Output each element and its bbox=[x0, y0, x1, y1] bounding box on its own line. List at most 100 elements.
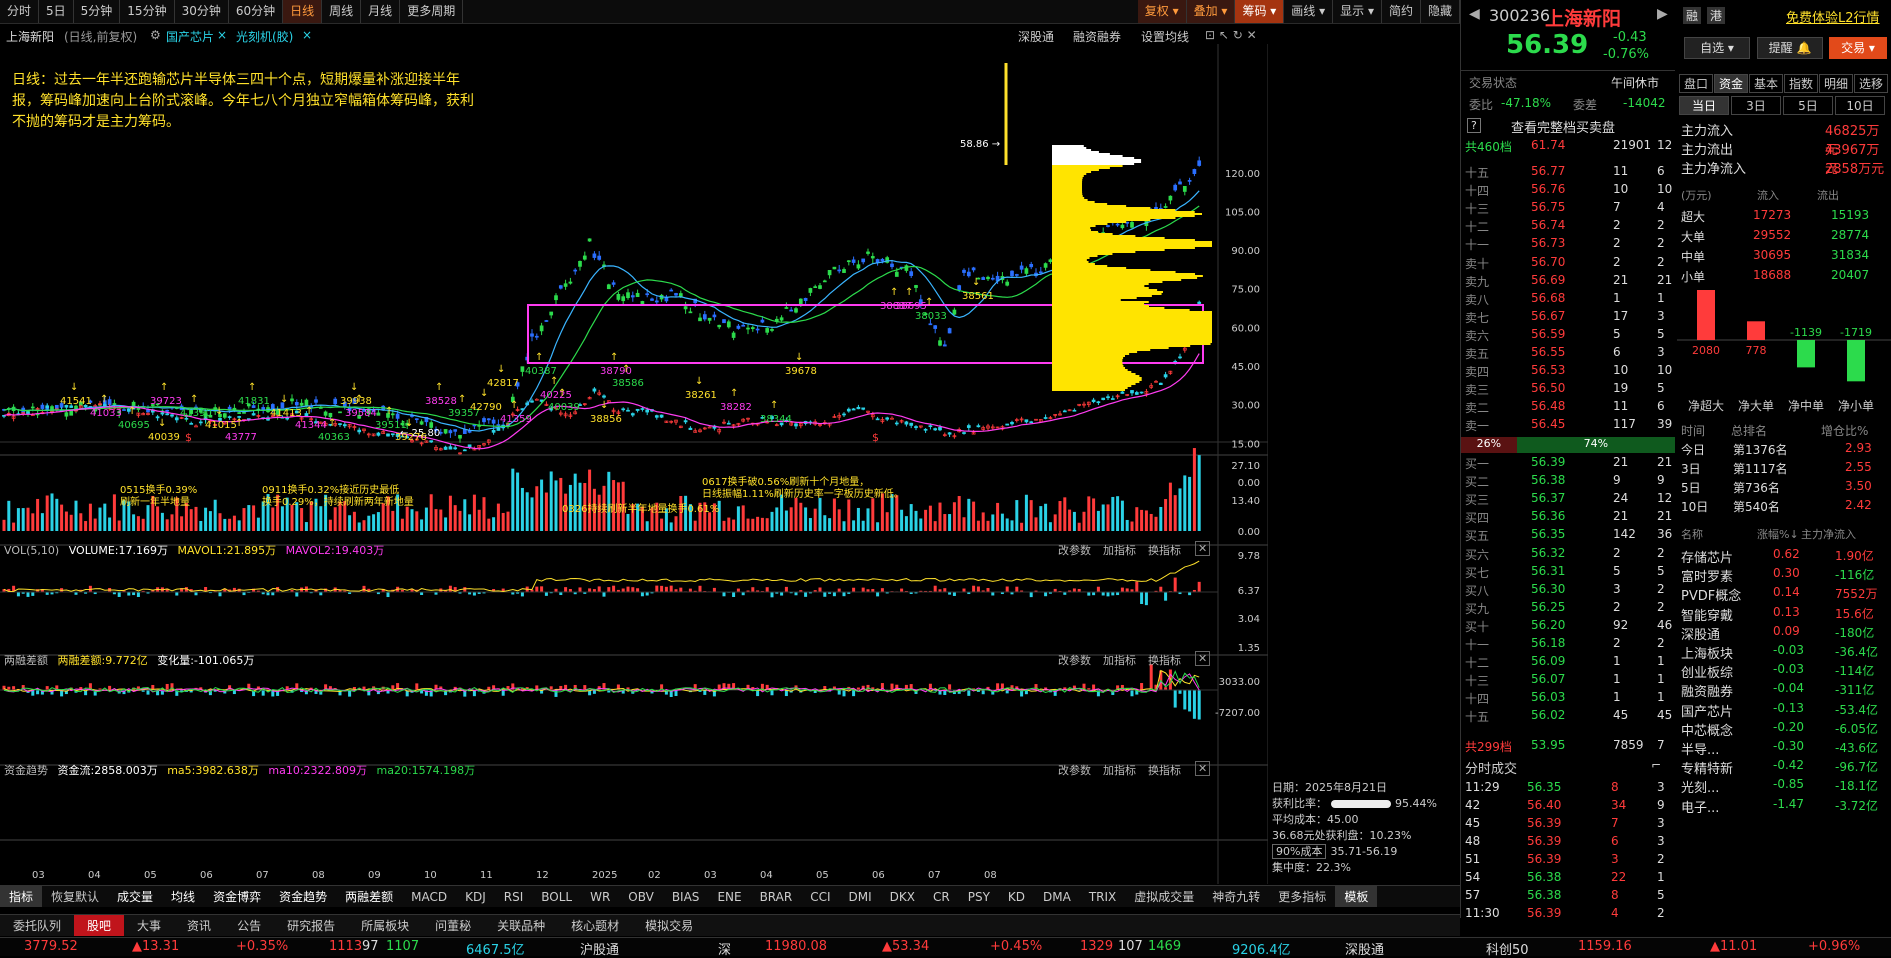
period-0[interactable]: 分时 bbox=[0, 0, 39, 23]
gear-icon[interactable]: ⚙ bbox=[150, 28, 161, 42]
sector-row[interactable]: 创业板综-0.03-114亿 bbox=[1677, 662, 1891, 680]
indicator-tab[interactable]: CR bbox=[924, 886, 959, 907]
sector-row[interactable]: 中芯概念-0.20-6.05亿 bbox=[1677, 720, 1891, 738]
hk-badge[interactable]: 港 bbox=[1707, 7, 1725, 24]
panel-btn[interactable]: 换指标 bbox=[1148, 542, 1181, 558]
trade-button[interactable]: 交易 ▾ bbox=[1829, 37, 1887, 59]
toolbar-right-2[interactable]: 筹码 ▾ bbox=[1235, 0, 1284, 23]
indicator-tab[interactable]: 模板 bbox=[1335, 886, 1377, 907]
sector-row[interactable]: 光刻...-0.85-18.1亿 bbox=[1677, 777, 1891, 795]
sector-row[interactable]: PVDF概念0.147552万 bbox=[1677, 585, 1891, 603]
help-icon[interactable]: ⌐ bbox=[1651, 758, 1661, 772]
period-3[interactable]: 15分钟 bbox=[120, 0, 174, 23]
bid-row[interactable]: 十五56.024545 bbox=[1461, 708, 1675, 726]
right-tab[interactable]: 明细 bbox=[1819, 74, 1853, 93]
l2-trial-link[interactable]: 免费体验L2行情 bbox=[1786, 7, 1880, 26]
right-tab[interactable]: 基本 bbox=[1749, 74, 1783, 93]
info-tab[interactable]: 研究报告 bbox=[274, 915, 348, 936]
right-period[interactable]: 5日 bbox=[1783, 96, 1833, 115]
period-2[interactable]: 5分钟 bbox=[74, 0, 121, 23]
bid-row[interactable]: 买三56.372412 bbox=[1461, 491, 1675, 509]
toolbar-right-6[interactable]: 隐藏 bbox=[1421, 0, 1460, 23]
info-tab[interactable]: 关联品种 bbox=[484, 915, 558, 936]
kline-chart-area[interactable]: 120.00105.0090.0075.0060.0045.0030.0015.… bbox=[0, 44, 1268, 884]
info-tab[interactable]: 模拟交易 bbox=[632, 915, 706, 936]
sh-index[interactable]: 3779.52 bbox=[24, 939, 78, 954]
toolbar-right-0[interactable]: 复权 ▾ bbox=[1138, 0, 1187, 23]
ask-row[interactable]: 卖七56.67173 bbox=[1461, 309, 1675, 327]
ask-row[interactable]: 卖二56.48116 bbox=[1461, 399, 1675, 417]
indicator-tab[interactable]: 恢复默认 bbox=[42, 886, 108, 907]
bid-row[interactable]: 十一56.1822 bbox=[1461, 636, 1675, 654]
toolbar-right-4[interactable]: 显示 ▾ bbox=[1333, 0, 1382, 23]
indicator-tab[interactable]: WR bbox=[581, 886, 619, 907]
margin-badge[interactable]: 融 bbox=[1683, 7, 1701, 24]
ask-row[interactable]: 十一56.7322 bbox=[1461, 236, 1675, 254]
indicator-tab[interactable]: 更多指标 bbox=[1269, 886, 1335, 907]
period-1[interactable]: 5日 bbox=[39, 0, 74, 23]
indicator-tab[interactable]: 成交量 bbox=[108, 886, 162, 907]
info-tab[interactable]: 核心题材 bbox=[558, 915, 632, 936]
bid-total[interactable]: 共299档53.9578597 bbox=[1461, 738, 1675, 756]
ask-row[interactable]: 十四56.761010 bbox=[1461, 182, 1675, 200]
info-tab[interactable]: 公告 bbox=[224, 915, 274, 936]
link-ma-settings[interactable]: 设置均线 bbox=[1141, 28, 1189, 45]
sector-row[interactable]: 上海板块-0.03-36.4亿 bbox=[1677, 643, 1891, 661]
ask-row[interactable]: 卖八56.6811 bbox=[1461, 291, 1675, 309]
indicator-tab[interactable]: CCI bbox=[801, 886, 839, 907]
close-icon[interactable]: × bbox=[302, 28, 312, 42]
toolbar-right-3[interactable]: 画线 ▾ bbox=[1284, 0, 1333, 23]
period-8[interactable]: 月线 bbox=[361, 0, 400, 23]
ask-row[interactable]: 卖九56.692121 bbox=[1461, 273, 1675, 291]
chip-cost-select[interactable]: 90%成本 bbox=[1272, 844, 1326, 859]
indicator-tab[interactable]: 资金博弈 bbox=[204, 886, 270, 907]
sz-label[interactable]: 深 bbox=[718, 939, 731, 958]
indicator-tab[interactable]: MACD bbox=[402, 886, 456, 907]
bid-row[interactable]: 买六56.3222 bbox=[1461, 546, 1675, 564]
indicator-tab[interactable]: KD bbox=[999, 886, 1034, 907]
full-depth-link[interactable]: 查看完整档买卖盘 bbox=[1511, 117, 1615, 136]
panel-btn[interactable]: 换指标 bbox=[1148, 762, 1181, 778]
panel-btn[interactable]: 加指标 bbox=[1103, 762, 1136, 778]
indicator-tab[interactable]: TRIX bbox=[1080, 886, 1125, 907]
ask-row[interactable]: 十三56.7574 bbox=[1461, 200, 1675, 218]
indicator-tab[interactable]: DMI bbox=[840, 886, 881, 907]
sector-row[interactable]: 智能穿戴0.1315.6亿 bbox=[1677, 605, 1891, 623]
panel-btn[interactable]: 加指标 bbox=[1103, 542, 1136, 558]
right-tab[interactable]: 指数 bbox=[1784, 74, 1818, 93]
bid-row[interactable]: 买七56.3155 bbox=[1461, 564, 1675, 582]
ask-total[interactable]: 共460档61.742190112 bbox=[1461, 138, 1675, 156]
sector-row[interactable]: 存储芯片0.621.90亿 bbox=[1677, 547, 1891, 565]
bid-row[interactable]: 买十56.209246 bbox=[1461, 618, 1675, 636]
indicator-tab[interactable]: RSI bbox=[495, 886, 533, 907]
right-tab[interactable]: 选移 bbox=[1854, 74, 1888, 93]
sector-hdr[interactable]: 主力净流入 bbox=[1801, 526, 1856, 542]
next-stock-icon[interactable]: ▶ bbox=[1657, 6, 1668, 22]
hgt-label[interactable]: 沪股通 bbox=[580, 939, 619, 958]
indicator-tab[interactable]: 两融差额 bbox=[336, 886, 402, 907]
ask-row[interactable]: 卖十56.7022 bbox=[1461, 255, 1675, 273]
indicator-tab[interactable]: PSY bbox=[959, 886, 999, 907]
right-period[interactable]: 3日 bbox=[1731, 96, 1781, 115]
ask-row[interactable]: 卖三56.50195 bbox=[1461, 381, 1675, 399]
bid-row[interactable]: 十四56.0311 bbox=[1461, 690, 1675, 708]
indicator-tab[interactable]: ENE bbox=[708, 886, 750, 907]
bid-row[interactable]: 买四56.362121 bbox=[1461, 509, 1675, 527]
ask-row[interactable]: 卖一56.4511739 bbox=[1461, 417, 1675, 435]
right-period[interactable]: 10日 bbox=[1835, 96, 1885, 115]
right-period[interactable]: 当日 bbox=[1679, 96, 1729, 115]
kc50-label[interactable]: 科创50 bbox=[1486, 939, 1529, 958]
info-tab[interactable]: 委托队列 bbox=[0, 915, 74, 936]
close-icon[interactable]: ✕ bbox=[1195, 651, 1210, 666]
sector-row[interactable]: 富时罗素0.30-116亿 bbox=[1677, 566, 1891, 584]
margin-indicator-name[interactable]: 两融差额 bbox=[4, 654, 48, 667]
info-tab[interactable]: 资讯 bbox=[174, 915, 224, 936]
indicator-tab[interactable]: DKX bbox=[881, 886, 924, 907]
link-margin[interactable]: 融资融券 bbox=[1073, 28, 1121, 45]
sector-row[interactable]: 国产芯片-0.13-53.4亿 bbox=[1677, 701, 1891, 719]
indicator-tab[interactable]: DMA bbox=[1034, 886, 1080, 907]
toolbar-right-5[interactable]: 简约 bbox=[1382, 0, 1421, 23]
bid-row[interactable]: 买五56.3514236 bbox=[1461, 527, 1675, 545]
panel-btn[interactable]: 加指标 bbox=[1103, 652, 1136, 668]
info-tab[interactable]: 股吧 bbox=[74, 915, 124, 936]
